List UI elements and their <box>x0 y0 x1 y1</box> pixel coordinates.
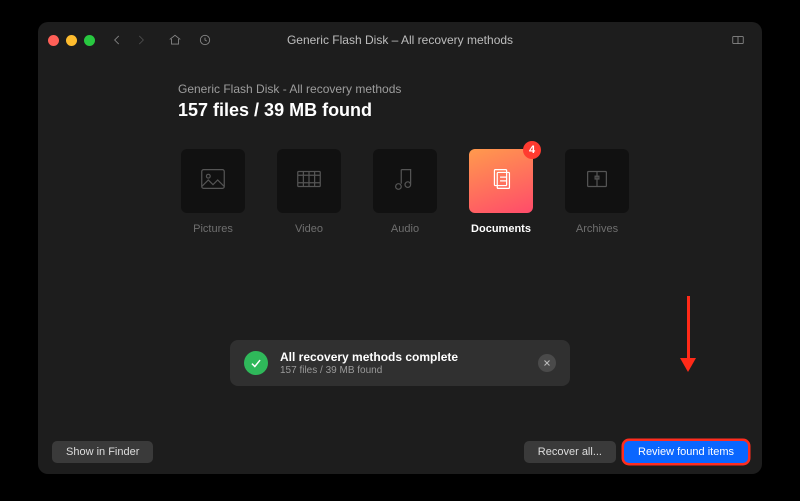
results-summary: 157 files / 39 MB found <box>178 100 722 121</box>
annotation-arrow <box>682 296 696 372</box>
forward-button[interactable] <box>131 30 151 50</box>
documents-icon <box>486 164 516 199</box>
category-row: Pictures Video Audio <box>178 149 722 235</box>
recovery-history-button[interactable] <box>195 30 215 50</box>
archives-icon <box>582 164 612 199</box>
window-controls <box>48 35 95 46</box>
minimize-window-button[interactable] <box>66 35 77 46</box>
audio-icon <box>390 164 420 199</box>
category-video[interactable]: Video <box>274 149 344 235</box>
home-button[interactable] <box>165 30 185 50</box>
video-icon <box>294 164 324 199</box>
category-label: Documents <box>471 223 531 235</box>
check-icon <box>244 351 268 375</box>
review-found-items-button[interactable]: Review found items <box>624 441 748 463</box>
category-label: Pictures <box>193 223 233 235</box>
content-area: Generic Flash Disk - All recovery method… <box>38 58 762 430</box>
close-toast-button[interactable] <box>538 354 556 372</box>
footer-bar: Show in Finder Recover all... Review fou… <box>38 430 762 474</box>
layout-toggle-button[interactable] <box>728 30 748 50</box>
category-label: Archives <box>576 223 618 235</box>
pictures-icon <box>198 164 228 199</box>
toast-subtitle: 157 files / 39 MB found <box>280 365 458 376</box>
show-in-finder-button[interactable]: Show in Finder <box>52 441 153 463</box>
zoom-window-button[interactable] <box>84 35 95 46</box>
category-badge: 4 <box>523 141 541 159</box>
breadcrumb: Generic Flash Disk - All recovery method… <box>178 82 722 96</box>
completion-toast: All recovery methods complete 157 files … <box>230 340 570 386</box>
category-label: Video <box>295 223 323 235</box>
category-documents[interactable]: 4 Documents <box>466 149 536 235</box>
toast-title: All recovery methods complete <box>280 350 458 364</box>
app-window: Generic Flash Disk – All recovery method… <box>38 22 762 474</box>
category-pictures[interactable]: Pictures <box>178 149 248 235</box>
back-button[interactable] <box>107 30 127 50</box>
close-window-button[interactable] <box>48 35 59 46</box>
category-archives[interactable]: Archives <box>562 149 632 235</box>
titlebar: Generic Flash Disk – All recovery method… <box>38 22 762 58</box>
category-label: Audio <box>391 223 419 235</box>
category-audio[interactable]: Audio <box>370 149 440 235</box>
recover-all-button[interactable]: Recover all... <box>524 441 616 463</box>
